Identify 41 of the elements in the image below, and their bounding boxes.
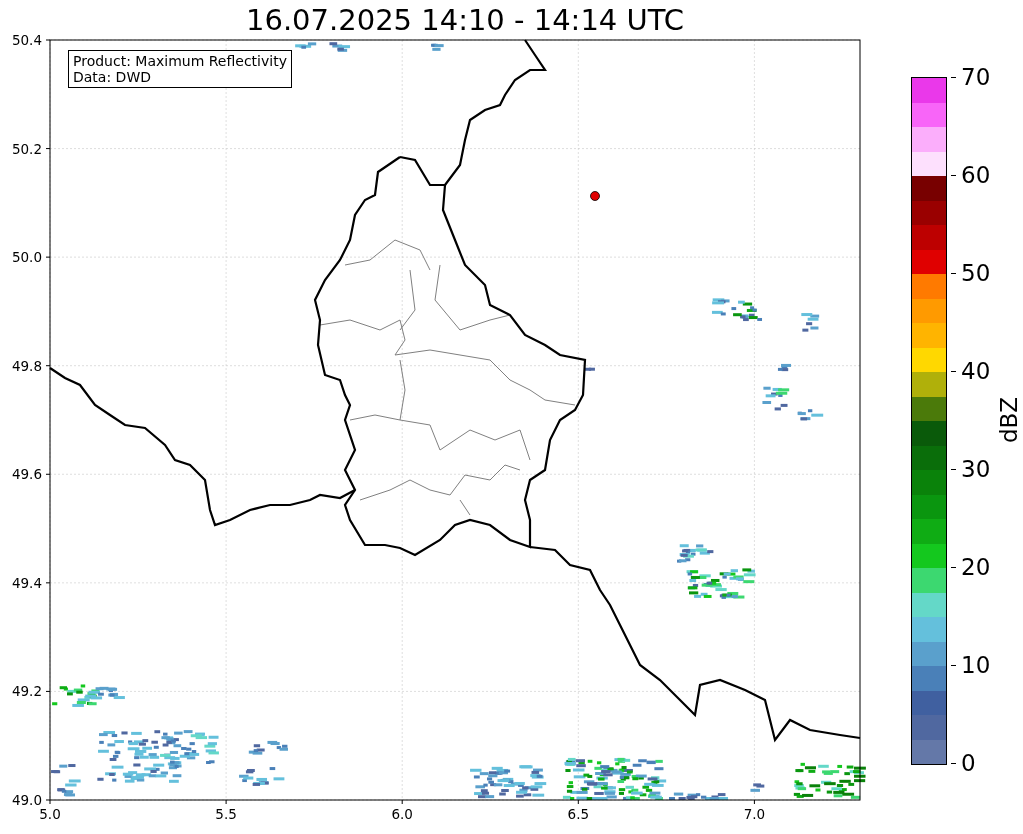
radar-echo <box>762 386 790 411</box>
colorbar-tick-label: 60 <box>951 163 991 187</box>
axis-tick-label: 49.8 <box>11 357 42 374</box>
info-text: Data: DWD <box>73 69 152 85</box>
axis-tick-label: 5.0 <box>39 806 61 822</box>
axis-tick-label: 7.0 <box>743 806 766 822</box>
radar-echo <box>797 409 824 421</box>
colorbar-label: dBZ <box>996 396 1023 444</box>
radar-echo <box>584 367 595 371</box>
colorbar-tick-label: 10 <box>951 653 991 677</box>
radar-echo <box>801 313 820 332</box>
axis-tick-label: 50.2 <box>11 140 42 157</box>
axis-tick-label: 49.4 <box>11 574 42 591</box>
radar-echo <box>295 42 317 49</box>
radar-echo <box>248 740 288 755</box>
axis-tick-label: 6.5 <box>567 806 590 822</box>
axis-tick-label: 49.0 <box>11 792 42 808</box>
colorbar-tick-label: 20 <box>951 555 991 579</box>
axis-tick-label: 50.0 <box>11 249 42 266</box>
axis-tick-label: 50.4 <box>11 32 42 48</box>
radar-echo <box>677 544 714 563</box>
radar-echo <box>431 43 444 51</box>
radar-echo <box>669 792 728 800</box>
colorbar-tick-label: 70 <box>951 65 991 89</box>
radar-echo <box>329 42 351 52</box>
colorbar-tick-label: 30 <box>951 457 991 481</box>
radar-echo <box>750 783 765 792</box>
radar-echo <box>777 363 791 372</box>
chart-title: 16.07.2025 14:10 - 14:14 UTC <box>245 2 685 38</box>
colorbar-tick-label: 0 <box>951 751 991 775</box>
axis-tick-label: 6.0 <box>391 806 413 822</box>
radar-echo <box>686 568 756 599</box>
location-marker <box>590 191 600 201</box>
radar-echo <box>51 764 81 797</box>
info-text: Product: Maximum Reflectivity <box>73 53 287 69</box>
axis-tick-label: 49.6 <box>11 466 42 483</box>
colorbar-tick-label: 40 <box>951 359 991 383</box>
axis-tick-label: 5.5 <box>215 806 237 822</box>
radar-echo <box>239 767 285 786</box>
colorbar-tick-label: 50 <box>951 261 991 285</box>
axis-tick-label: 49.2 <box>11 683 42 700</box>
